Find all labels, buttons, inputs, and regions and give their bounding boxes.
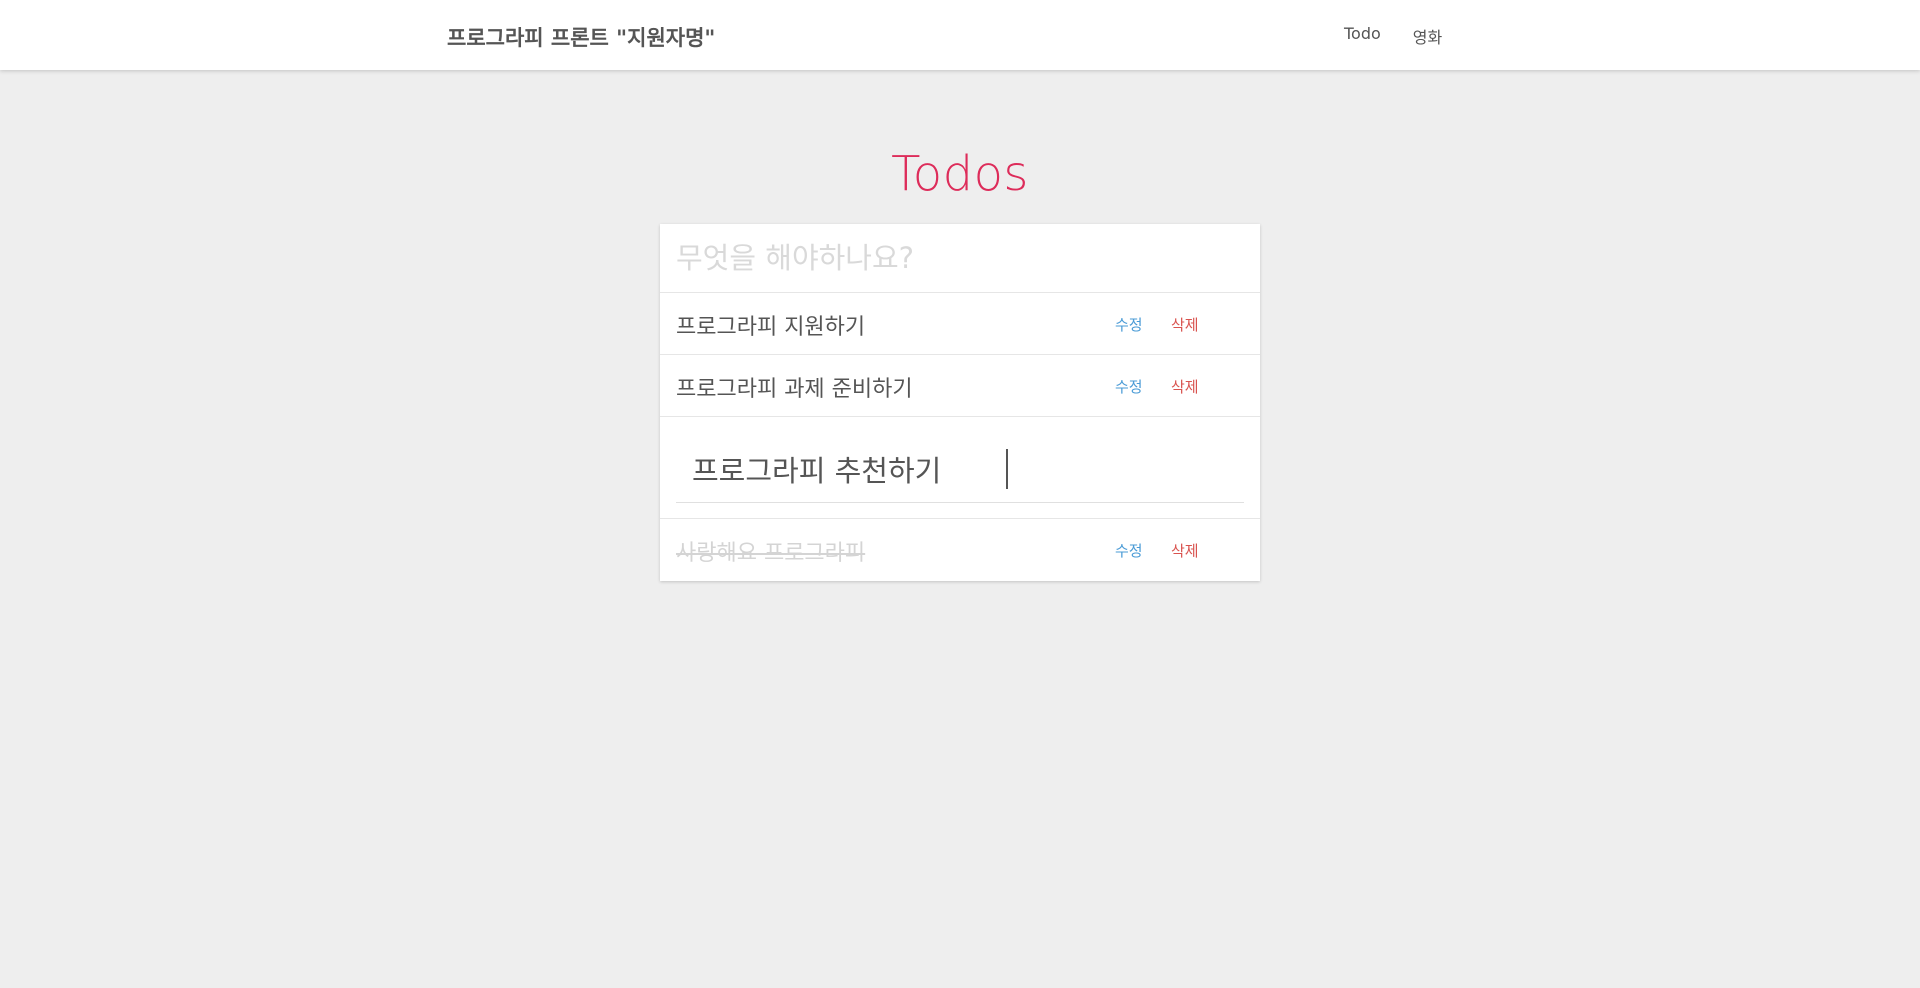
todo-item: 프로그라피 과제 준비하기 수정 삭제 xyxy=(660,355,1260,417)
todo-edit-input[interactable] xyxy=(676,435,1244,503)
todo-item-text[interactable]: 프로그라피 과제 준비하기 xyxy=(676,371,913,403)
delete-button[interactable]: 삭제 xyxy=(1171,540,1199,561)
nav-links: Todo 영화 xyxy=(1344,24,1442,48)
brand-title[interactable]: 프로그라피 프론트 "지원자명" xyxy=(447,22,715,52)
todo-list-card: 프로그라피 지원하기 수정 삭제 프로그라피 과제 준비하기 수정 삭제 사랑해… xyxy=(660,224,1260,581)
todo-item-completed: 사랑해요 프로그라피 수정 삭제 xyxy=(660,519,1260,581)
todo-item-editing xyxy=(660,417,1260,519)
edit-button[interactable]: 수정 xyxy=(1115,376,1143,397)
edit-button[interactable]: 수정 xyxy=(1115,314,1143,335)
delete-button[interactable]: 삭제 xyxy=(1171,376,1199,397)
todo-item-text[interactable]: 사랑해요 프로그라피 xyxy=(676,535,865,567)
todo-item-text[interactable]: 프로그라피 지원하기 xyxy=(676,309,865,341)
edit-button[interactable]: 수정 xyxy=(1115,540,1143,561)
delete-button[interactable]: 삭제 xyxy=(1171,314,1199,335)
todo-item: 프로그라피 지원하기 수정 삭제 xyxy=(660,293,1260,355)
top-navbar: 프로그라피 프론트 "지원자명" Todo 영화 xyxy=(0,0,1920,70)
nav-link-todo[interactable]: Todo xyxy=(1344,24,1381,48)
text-cursor xyxy=(1006,449,1008,489)
new-todo-input[interactable] xyxy=(660,224,1260,293)
nav-link-movie[interactable]: 영화 xyxy=(1413,24,1442,48)
page-title: Todos xyxy=(891,146,1029,202)
